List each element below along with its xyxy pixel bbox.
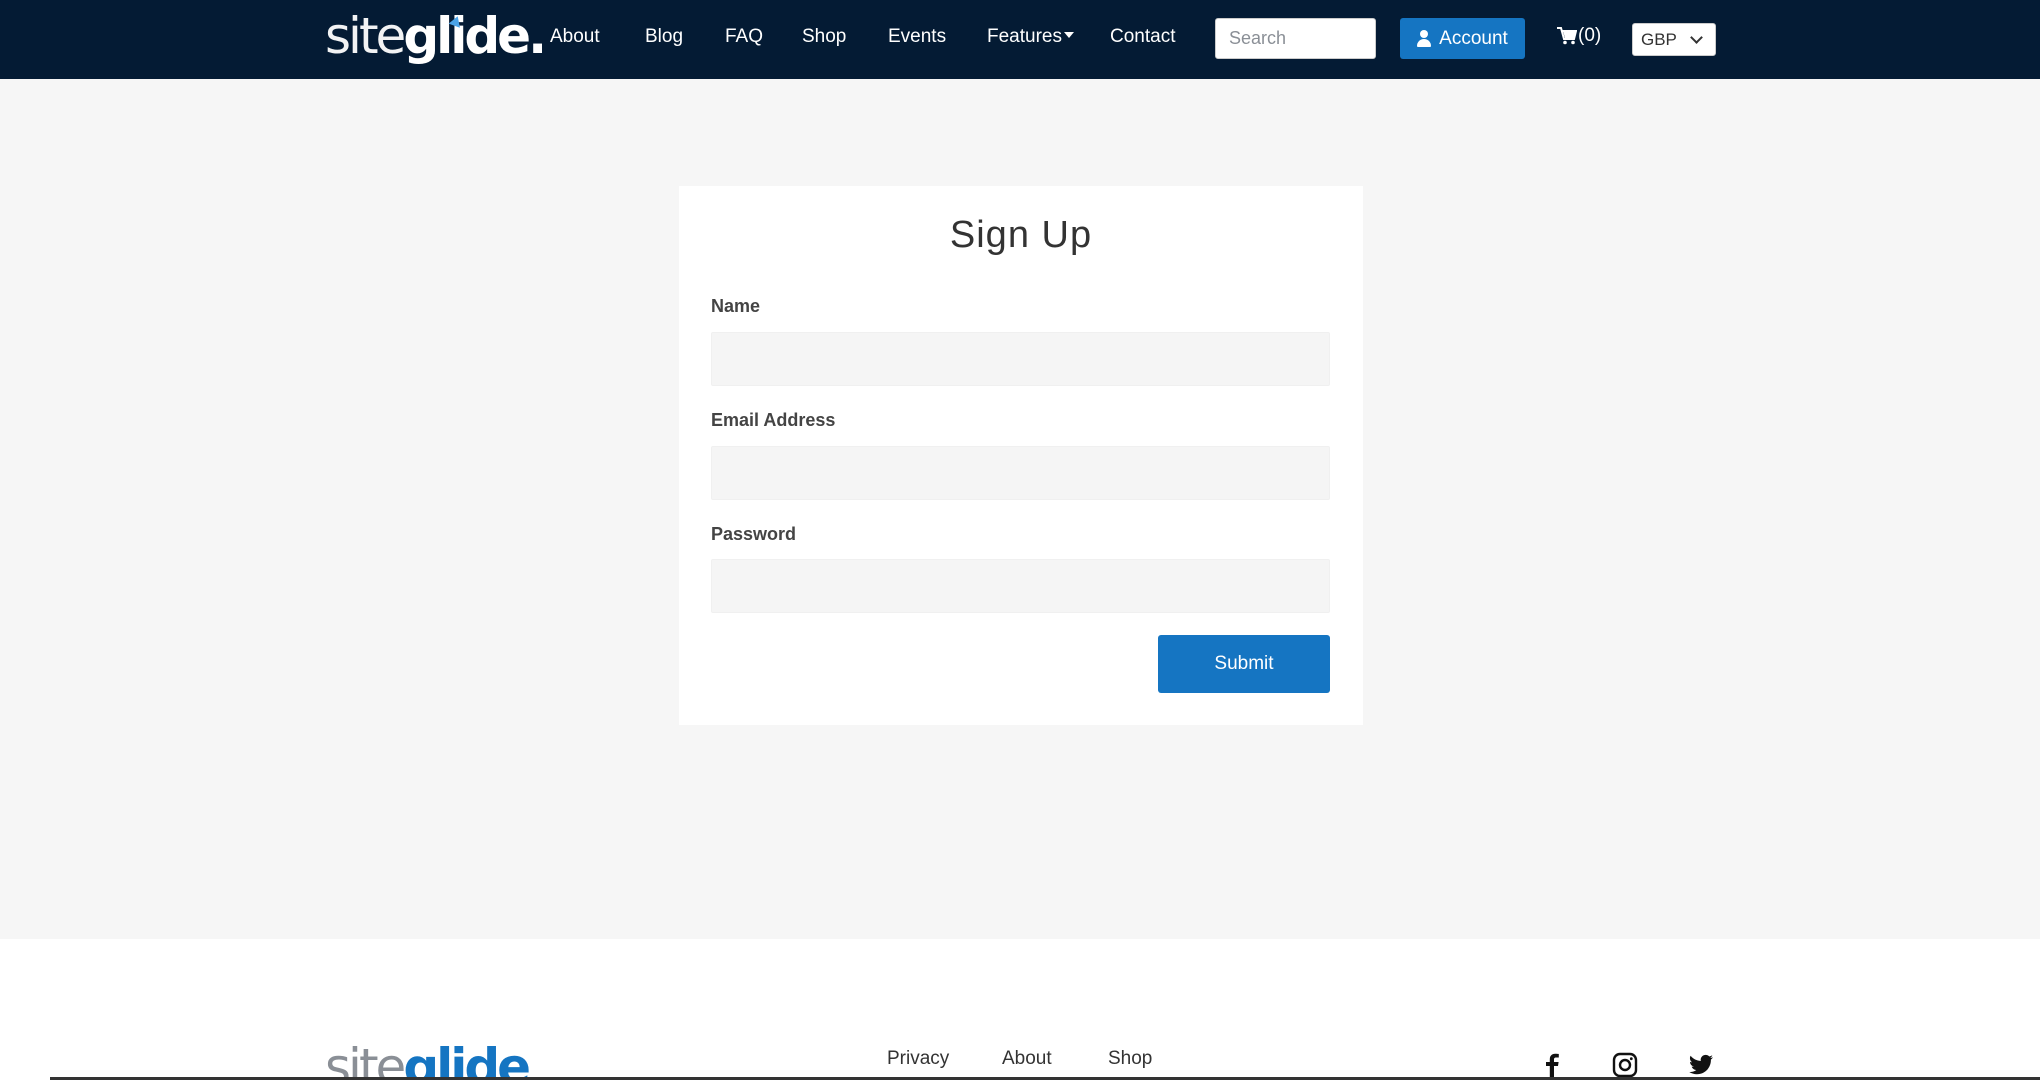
signup-card: Sign Up Name Email Address Password Subm… xyxy=(679,186,1363,725)
chevron-down-icon xyxy=(1690,31,1703,44)
footer-link-privacy[interactable]: Privacy xyxy=(887,1048,949,1070)
password-label: Password xyxy=(711,524,797,544)
logo-text-site: site xyxy=(325,7,406,65)
nav-features-label: Features xyxy=(987,26,1062,47)
nav-events[interactable]: Events xyxy=(888,25,946,49)
currency-select[interactable]: GBP xyxy=(1632,23,1716,56)
logo-dot: . xyxy=(528,7,547,65)
caret-down-icon xyxy=(1063,32,1074,39)
top-navbar: siteglide. About Blog FAQ Shop Events Fe… xyxy=(0,0,2040,79)
email-label: Email Address xyxy=(711,410,836,430)
footer-logo-text-site: site xyxy=(325,1038,406,1080)
instagram-icon[interactable] xyxy=(1612,1052,1638,1078)
twitter-icon[interactable] xyxy=(1688,1052,1714,1078)
name-label: Name xyxy=(711,296,761,316)
search-input[interactable] xyxy=(1215,18,1376,59)
siteglide-logo[interactable]: siteglide. xyxy=(325,6,547,66)
account-label: Account xyxy=(1439,27,1508,49)
facebook-icon[interactable] xyxy=(1539,1052,1565,1078)
nav-about[interactable]: About xyxy=(550,25,600,49)
nav-shop[interactable]: Shop xyxy=(802,25,846,49)
cart-count: (0) xyxy=(1578,25,1602,46)
footer: siteglide Privacy About Shop xyxy=(0,939,2040,1080)
submit-button[interactable]: Submit xyxy=(1158,635,1330,693)
name-field[interactable] xyxy=(711,332,1330,386)
cart-link[interactable]: (0) xyxy=(1557,25,1601,47)
email-field[interactable] xyxy=(711,446,1330,500)
nav-features-dropdown[interactable]: Features xyxy=(987,25,1074,49)
nav-blog[interactable]: Blog xyxy=(645,25,683,49)
shopping-cart-icon xyxy=(1557,27,1577,45)
nav-faq[interactable]: FAQ xyxy=(725,25,763,49)
footer-siteglide-logo[interactable]: siteglide xyxy=(325,1037,531,1080)
currency-value: GBP xyxy=(1641,29,1677,49)
logo-text-glide: glide xyxy=(403,7,531,65)
footer-link-shop[interactable]: Shop xyxy=(1108,1048,1152,1070)
footer-link-about[interactable]: About xyxy=(1002,1048,1052,1070)
nav-contact[interactable]: Contact xyxy=(1110,25,1175,49)
user-icon xyxy=(1417,30,1432,47)
account-button[interactable]: Account xyxy=(1400,18,1525,59)
page-title: Sign Up xyxy=(949,214,1093,256)
password-field[interactable] xyxy=(711,559,1330,613)
footer-logo-text-glide: glide xyxy=(403,1038,531,1080)
